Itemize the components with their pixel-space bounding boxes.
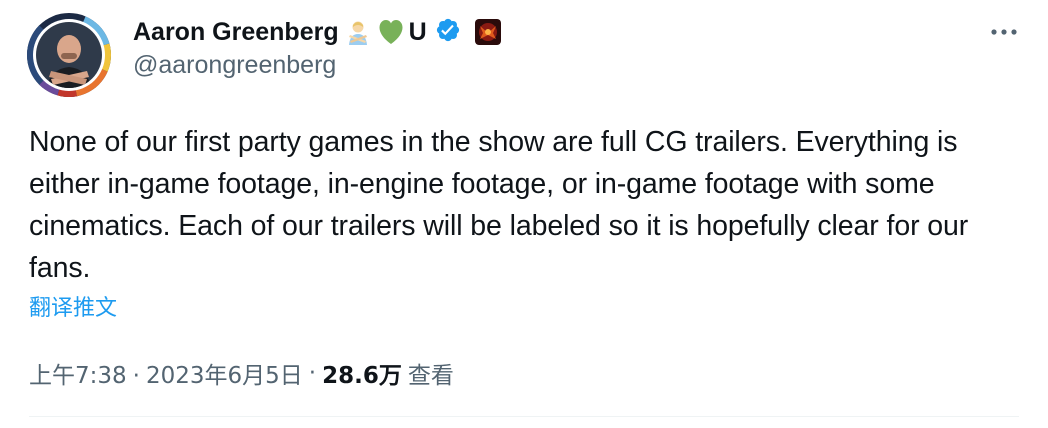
author-handle[interactable]: @aarongreenberg — [133, 51, 336, 80]
green-heart-emoji — [377, 19, 405, 45]
views-count: 28.6万 — [322, 363, 402, 389]
views-label: 查看 — [407, 363, 454, 389]
more-horizontal-icon — [991, 29, 1017, 35]
tweet-date: 2023年6月5日 — [145, 363, 303, 389]
author-name-row: Aaron Greenberg U — [133, 14, 501, 50]
person-gesturing-no-emoji — [345, 19, 371, 45]
avatar-image — [27, 13, 111, 97]
translate-tweet-link[interactable]: 翻译推文 — [29, 294, 117, 324]
author-avatar[interactable] — [27, 13, 111, 97]
meta-separator: · — [132, 363, 140, 389]
author-display-name[interactable]: Aaron Greenberg — [133, 18, 339, 47]
meta-separator: · — [308, 360, 317, 386]
tweet-meta: 上午7:38 · 2023年6月5日 · 28.6万 查看 — [29, 355, 454, 391]
tweet-text: None of our first party games in the sho… — [29, 126, 969, 284]
tweet-detail: Aaron Greenberg U @aarongreenberg None o… — [0, 0, 1048, 428]
divider — [29, 416, 1019, 417]
xbox-game-badge-icon[interactable] — [474, 19, 501, 45]
tweet-time: 上午7:38 — [29, 363, 127, 389]
tweet-views[interactable]: 28.6万 查看 — [322, 356, 454, 390]
more-options-button[interactable] — [986, 16, 1022, 48]
verified-badge-icon[interactable] — [435, 17, 461, 48]
author-name-suffix: U — [408, 17, 427, 46]
tweet-timestamp[interactable]: 上午7:38 · 2023年6月5日 — [29, 356, 303, 390]
